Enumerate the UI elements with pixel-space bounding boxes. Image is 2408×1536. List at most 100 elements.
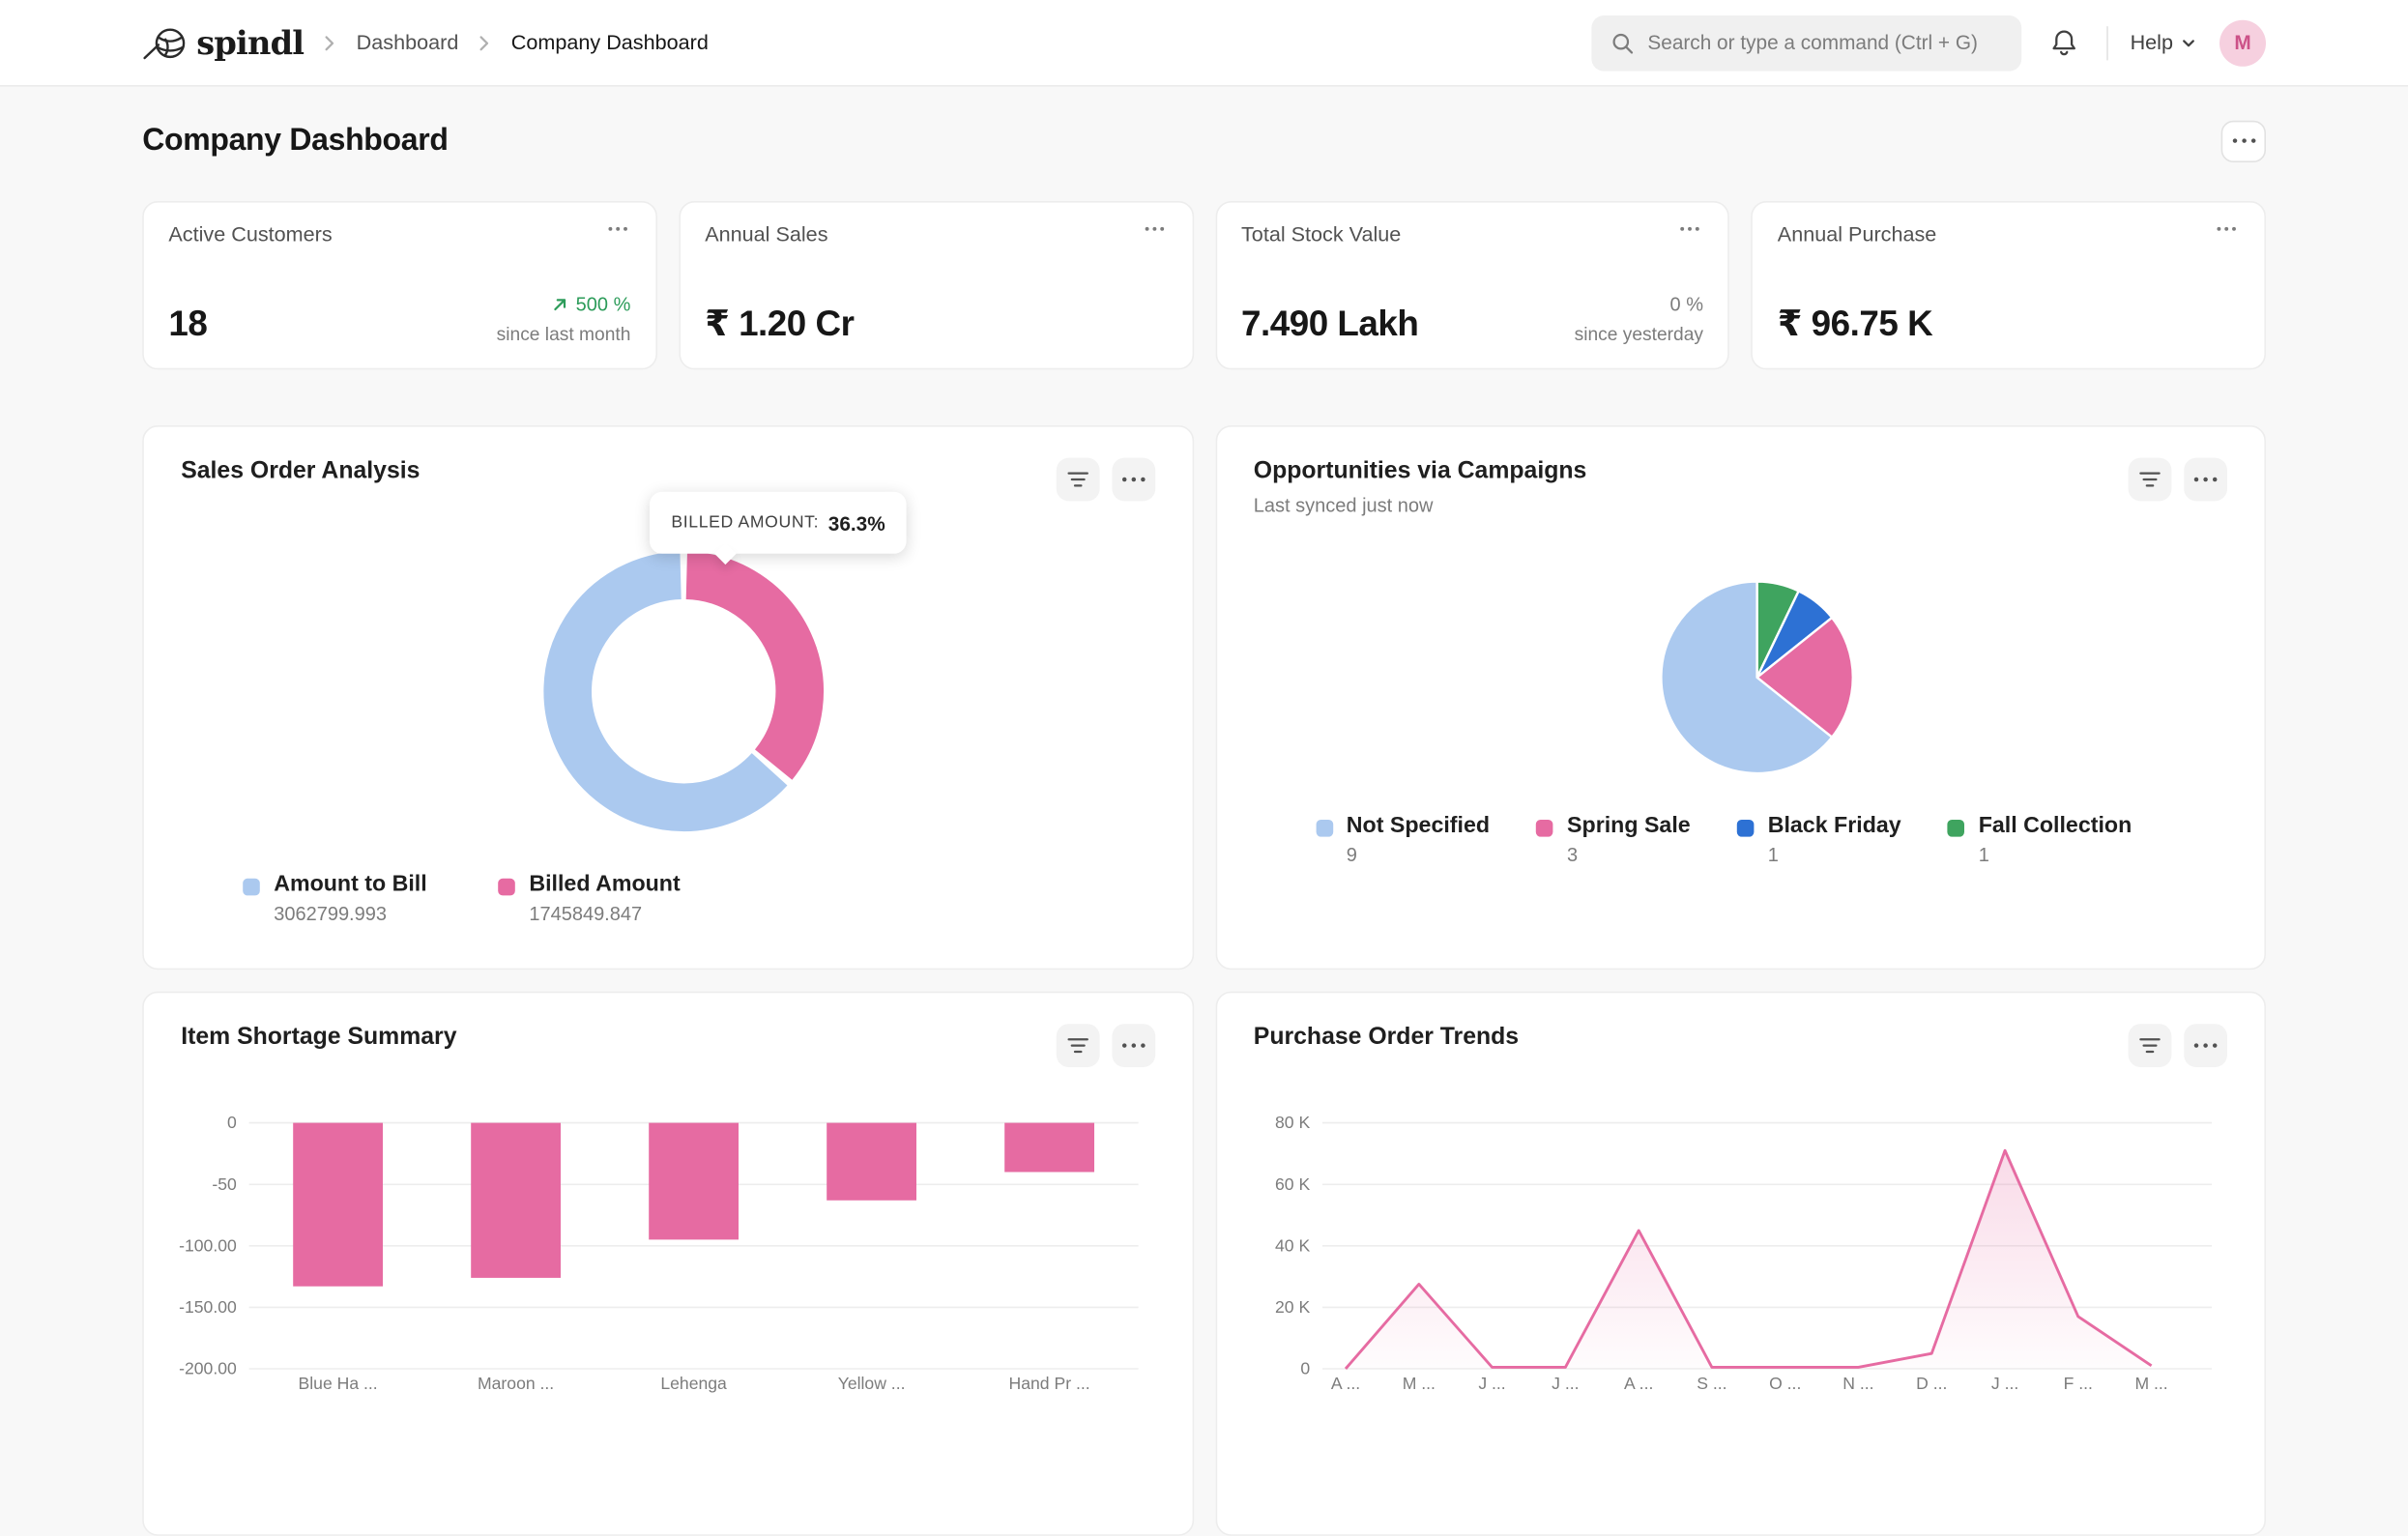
arrow-up-right-icon	[551, 296, 569, 314]
svg-text:80 K: 80 K	[1274, 1113, 1309, 1132]
legend-value: 1	[1768, 845, 1901, 866]
avatar[interactable]: M	[2219, 19, 2266, 66]
chevron-down-icon	[2179, 33, 2197, 51]
search-bar[interactable]	[1592, 14, 2022, 71]
chart-card-purchase-order-trends: Purchase Order Trends	[1215, 992, 2266, 1536]
svg-text:J ...: J ...	[1478, 1374, 1505, 1393]
chart-menu-button[interactable]	[2184, 1024, 2227, 1067]
chart-subtitle: Last synced just now	[1254, 495, 1587, 516]
card-menu-button[interactable]	[604, 222, 630, 235]
delta-badge: 500 %	[497, 294, 631, 315]
legend-item: Billed Amount 1745849.847	[498, 872, 680, 924]
svg-text:-50: -50	[212, 1174, 237, 1194]
chart-card-item-shortage-summary: Item Shortage Summary 0-50-100.00-150.00…	[142, 992, 1193, 1536]
number-card-annual-sales[interactable]: Annual Sales ₹ 1.20 Cr	[679, 201, 1193, 369]
card-menu-button[interactable]	[2214, 222, 2240, 235]
ellipsis-icon	[2193, 1042, 2219, 1048]
card-menu-button[interactable]	[1677, 222, 1703, 235]
delta-badge: 0 %	[1575, 294, 1703, 315]
donut-chart[interactable]	[512, 520, 856, 863]
chart-title: Item Shortage Summary	[181, 1024, 456, 1052]
svg-text:40 K: 40 K	[1274, 1235, 1309, 1255]
svg-text:0: 0	[1300, 1359, 1310, 1378]
pie-chart[interactable]	[1651, 572, 1862, 783]
legend-swatch	[1536, 820, 1553, 837]
avatar-initial: M	[2234, 31, 2250, 54]
ellipsis-icon	[1144, 226, 1164, 232]
filter-icon	[2139, 470, 2161, 488]
chart-menu-button[interactable]	[1112, 458, 1155, 502]
yarn-ball-icon	[142, 24, 189, 61]
delta-value: 0 %	[1670, 294, 1703, 315]
svg-text:-200.00: -200.00	[179, 1359, 237, 1378]
dashboard-menu-button[interactable]	[2221, 120, 2266, 161]
legend-label: Black Friday	[1768, 814, 1901, 839]
svg-text:D ...: D ...	[1915, 1374, 1946, 1393]
bar-chart[interactable]: 0-50-100.00-150.00-200.00Blue Ha ...Maro…	[175, 1101, 1165, 1488]
search-input[interactable]	[1647, 31, 2003, 54]
svg-text:-150.00: -150.00	[179, 1297, 237, 1317]
legend-item: Amount to Bill 3062799.993	[243, 872, 427, 924]
chart-filter-button[interactable]	[2129, 1024, 2172, 1067]
chart-card-opportunities-via-campaigns: Opportunities via Campaigns Last synced …	[1215, 425, 2266, 970]
ellipsis-icon	[2217, 226, 2237, 232]
svg-text:S ...: S ...	[1696, 1374, 1726, 1393]
ellipsis-icon	[607, 226, 627, 232]
legend-swatch	[1737, 820, 1755, 837]
card-label: Annual Purchase	[1778, 222, 1937, 246]
chart-filter-button[interactable]	[2129, 458, 2172, 502]
ellipsis-icon	[1120, 477, 1146, 482]
svg-text:-100.00: -100.00	[179, 1235, 237, 1255]
svg-text:Hand Pr ...: Hand Pr ...	[1009, 1374, 1090, 1393]
svg-text:F ...: F ...	[2063, 1374, 2092, 1393]
legend-value: 3	[1567, 845, 1691, 866]
breadcrumb-dashboard[interactable]: Dashboard	[357, 31, 459, 54]
svg-text:Yellow ...: Yellow ...	[838, 1374, 906, 1393]
breadcrumb-company-dashboard[interactable]: Company Dashboard	[511, 31, 709, 54]
card-menu-button[interactable]	[1141, 222, 1167, 235]
chevron-right-icon	[474, 32, 495, 53]
legend-swatch	[243, 879, 260, 896]
legend-item: Fall Collection 1	[1948, 814, 2132, 866]
chart-menu-button[interactable]	[2184, 458, 2227, 502]
charts-row-2: Item Shortage Summary 0 -50 -100.00 -150.00…	[142, 992, 2266, 1536]
svg-text:A ...: A ...	[1623, 1374, 1652, 1393]
svg-text:M ...: M ...	[1402, 1374, 1435, 1393]
chevron-right-icon	[319, 32, 340, 53]
tooltip-label: BILLED AMOUNT:	[671, 513, 819, 532]
chart-title: Sales Order Analysis	[181, 458, 420, 486]
card-label: Annual Sales	[705, 222, 827, 246]
card-label: Total Stock Value	[1241, 222, 1401, 246]
help-menu[interactable]: Help	[2131, 31, 2198, 54]
ellipsis-icon	[1120, 1042, 1146, 1048]
tooltip-value: 36.3%	[828, 511, 885, 535]
number-card-total-stock-value[interactable]: Total Stock Value 7.490 Lakh 0 % since y…	[1215, 201, 1729, 369]
chart-filter-button[interactable]	[1056, 458, 1099, 502]
legend-item: Black Friday 1	[1737, 814, 1901, 866]
chart-filter-button[interactable]	[1056, 1024, 1099, 1067]
legend-value: 9	[1347, 845, 1490, 866]
legend-value: 1	[1979, 845, 2132, 866]
legend-label: Spring Sale	[1567, 814, 1691, 839]
logo-text: spindl	[196, 23, 304, 62]
svg-text:A ...: A ...	[1330, 1374, 1359, 1393]
navbar: spindl Dashboard Company Dashboard	[0, 0, 2408, 87]
svg-text:60 K: 60 K	[1274, 1174, 1309, 1194]
number-card-annual-purchase[interactable]: Annual Purchase ₹ 96.75 K	[1752, 201, 2266, 369]
svg-text:M ...: M ...	[2134, 1374, 2167, 1393]
svg-text:20 K: 20 K	[1274, 1297, 1309, 1317]
card-value: 7.490 Lakh	[1241, 304, 1418, 345]
notification-bell-button[interactable]	[2044, 21, 2085, 63]
number-card-active-customers[interactable]: Active Customers 18 500 % since last mon…	[142, 201, 656, 369]
legend-value: 3062799.993	[274, 903, 427, 924]
line-chart[interactable]: 0 20 K 40 K 60 K 80 K A ... M ... J ... J ... A .…	[1247, 1101, 2237, 1488]
chart-menu-button[interactable]	[1112, 1024, 1155, 1067]
svg-text:J ...: J ...	[1990, 1374, 2017, 1393]
legend-label: Not Specified	[1347, 814, 1490, 839]
logo[interactable]: spindl	[142, 23, 304, 62]
delta-value: 500 %	[576, 294, 631, 315]
ellipsis-icon	[2231, 137, 2256, 143]
legend-swatch	[1948, 820, 1965, 837]
chart-title: Purchase Order Trends	[1254, 1024, 1519, 1052]
ellipsis-icon	[1680, 226, 1700, 232]
